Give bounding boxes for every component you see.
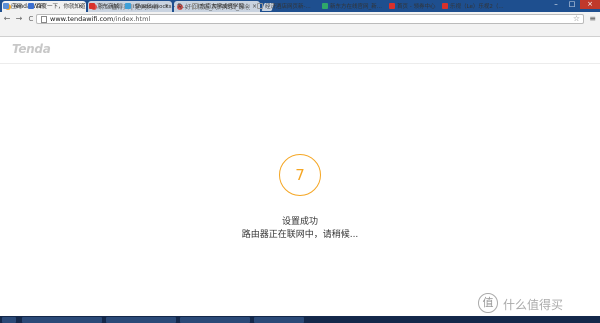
back-button[interactable]: ← bbox=[2, 14, 12, 24]
url-host: www.tendawifi.com bbox=[50, 15, 114, 23]
address-bar[interactable]: www.tendawifi.com/index.html ☆ bbox=[36, 14, 584, 24]
taskbar-item[interactable] bbox=[180, 317, 250, 323]
jd-icon bbox=[389, 3, 395, 9]
xdf-icon bbox=[322, 3, 328, 9]
bookmark-label: iShadowsocks - 免... bbox=[133, 4, 188, 10]
bookmark-jd[interactable]: 京东商城 bbox=[89, 1, 119, 11]
ishadowsocks-icon bbox=[125, 3, 131, 9]
bookmark-xdf[interactable]: 新东方在线官网_新... bbox=[322, 1, 382, 11]
countdown-number: 7 bbox=[295, 166, 305, 184]
url-path: /index.html bbox=[113, 15, 151, 23]
taskbar-item[interactable] bbox=[106, 317, 176, 323]
page-icon bbox=[257, 3, 263, 9]
jd-icon bbox=[89, 3, 95, 9]
page-icon bbox=[192, 3, 198, 9]
taskbar-item[interactable] bbox=[254, 317, 304, 323]
forward-button[interactable]: → bbox=[14, 14, 24, 24]
close-window-button[interactable]: × bbox=[580, 0, 600, 9]
bookmark-label: 首页 - 领券中心 bbox=[397, 4, 436, 10]
bookmark-apps[interactable]: 应用 bbox=[3, 1, 22, 11]
bookmark-seu-chengxian[interactable]: 东南大学成贤学院... bbox=[192, 1, 249, 11]
watermark-logo-icon: 值 bbox=[478, 293, 498, 313]
bookmark-label: 应用 bbox=[11, 4, 23, 10]
tenda-logo: Tenda bbox=[12, 42, 51, 56]
reload-button[interactable]: C bbox=[26, 14, 36, 24]
minimize-button[interactable]: – bbox=[548, 0, 564, 9]
apps-grid-icon bbox=[3, 3, 9, 9]
bookmark-label: 新东方在线官网_新... bbox=[330, 4, 382, 10]
bookmarks-bar bbox=[0, 25, 600, 37]
browser-menu-icon[interactable]: ≡ bbox=[589, 14, 596, 23]
page-icon bbox=[41, 15, 47, 23]
bookmark-ishadowsocks[interactable]: iShadowsocks - 免... bbox=[125, 1, 188, 11]
bookmark-hotel[interactable]: 经济酒店网页新-... bbox=[257, 1, 311, 11]
status-title: 设置成功 bbox=[281, 217, 318, 227]
baidu-icon bbox=[28, 3, 34, 9]
jd-icon bbox=[442, 3, 448, 9]
bookmark-label: 百度一下，你就知道 bbox=[36, 4, 86, 10]
bookmark-baidu[interactable]: 百度一下，你就知道 bbox=[28, 1, 86, 11]
bookmark-coupon-center[interactable]: 首页 - 领券中心 bbox=[389, 1, 435, 11]
status-message: 路由器正在联网中，请稍候... bbox=[241, 230, 359, 240]
bookmark-star-icon[interactable]: ☆ bbox=[573, 14, 580, 23]
header-divider bbox=[0, 63, 600, 64]
taskbar-item[interactable] bbox=[22, 317, 102, 323]
address-url: www.tendawifi.com/index.html bbox=[50, 15, 150, 23]
bookmark-label: 京东商城 bbox=[97, 4, 120, 10]
bookmark-label: 东南大学成贤学院... bbox=[200, 4, 250, 10]
countdown-ring: 7 bbox=[279, 154, 321, 196]
start-button[interactable] bbox=[2, 317, 16, 323]
bookmark-letv[interactable]: 乐视（Le）乐视2（... bbox=[442, 1, 504, 11]
bookmark-label: 乐视（Le）乐视2（... bbox=[450, 4, 504, 10]
maximize-button[interactable]: □ bbox=[564, 0, 580, 9]
bookmark-label: 经济酒店网页新-... bbox=[265, 4, 311, 10]
watermark-text: 什么值得买 bbox=[503, 298, 564, 312]
